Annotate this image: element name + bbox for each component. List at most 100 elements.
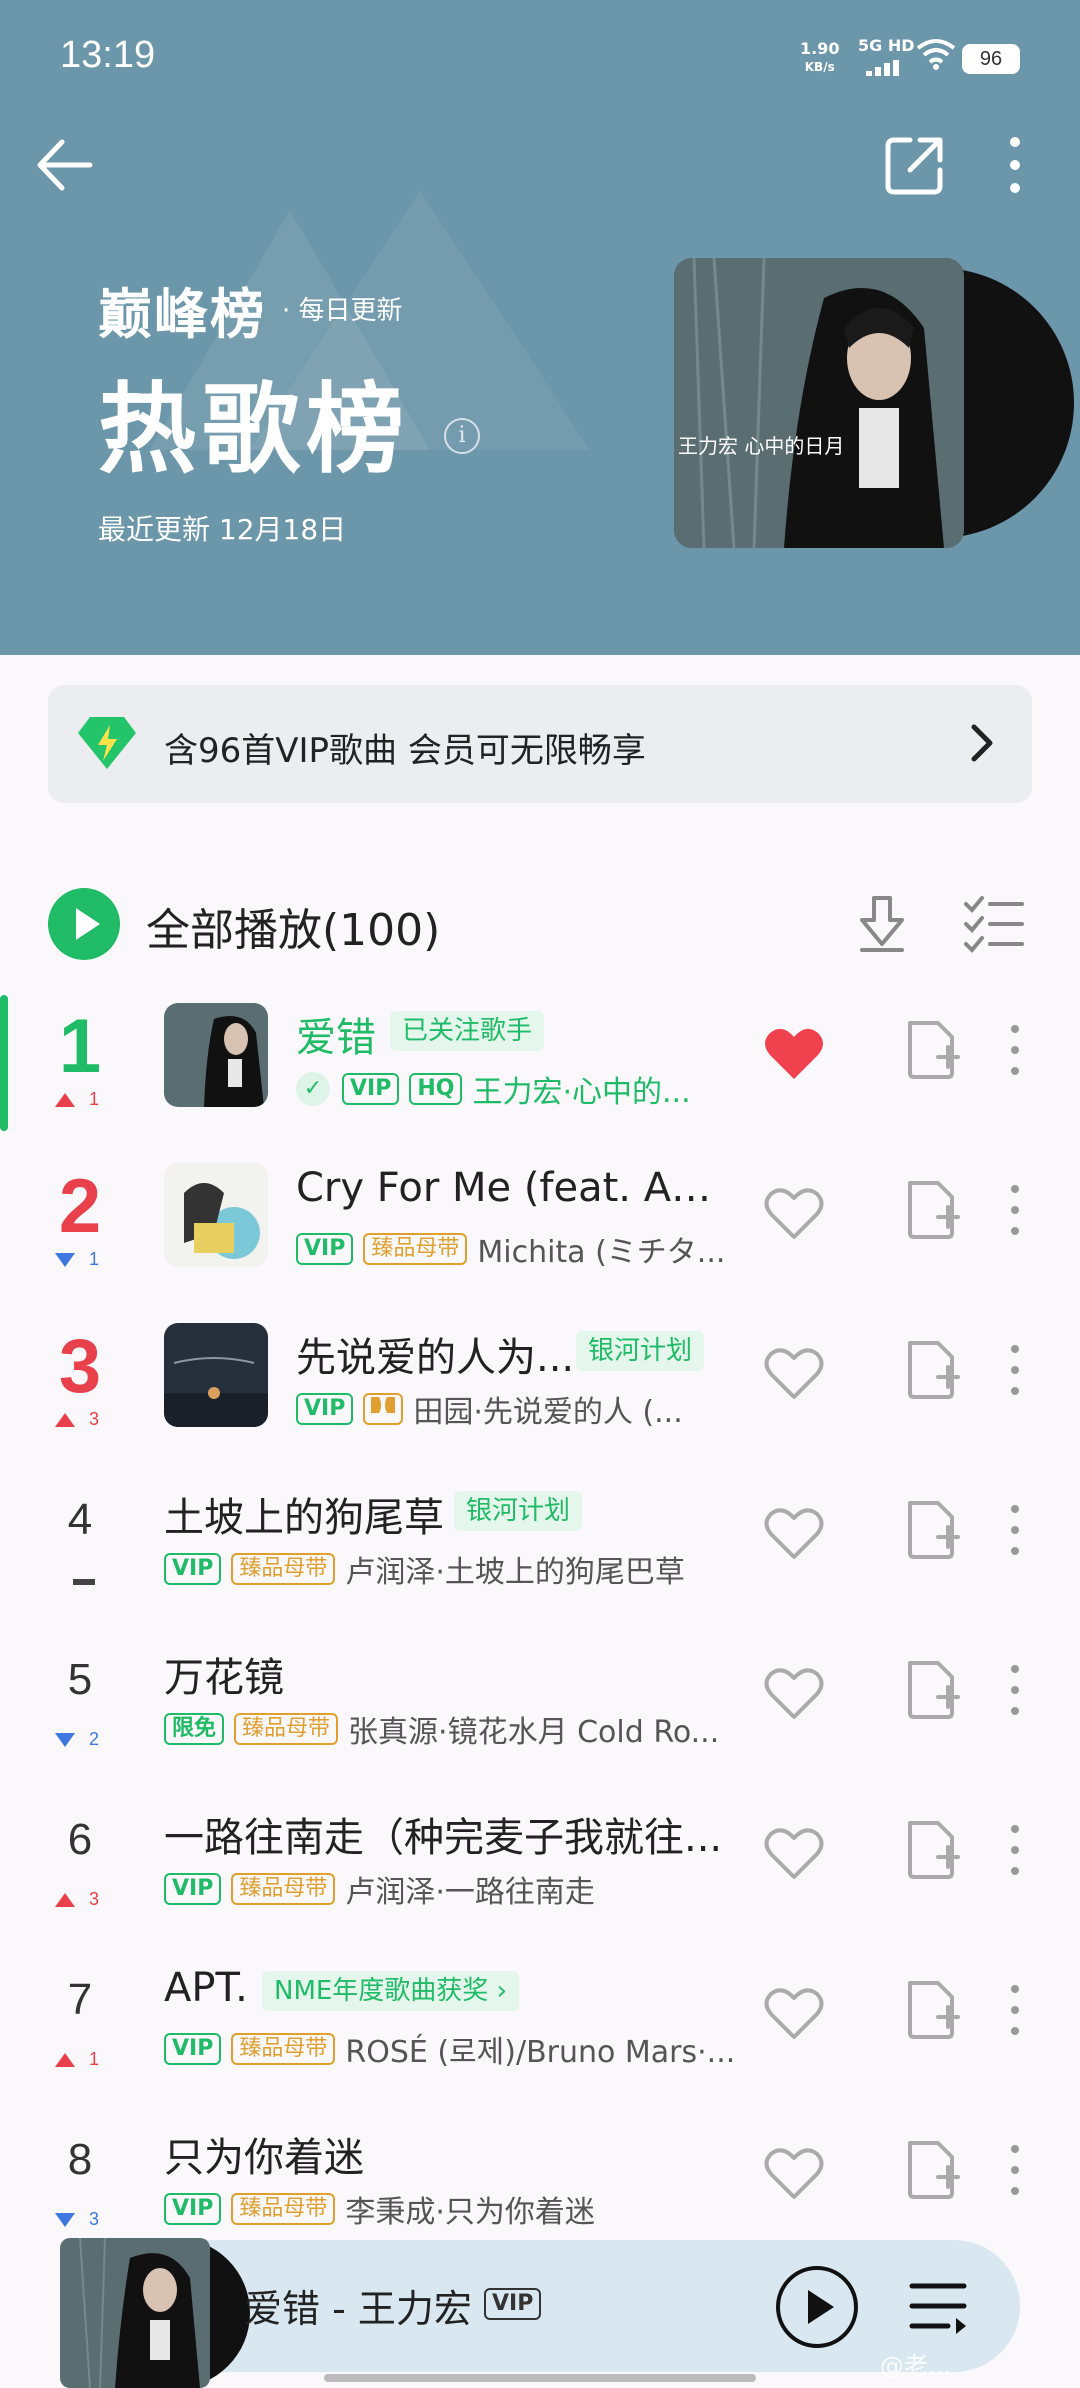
more-options-icon[interactable] — [1000, 1015, 1030, 1085]
network-type: 5G HD — [858, 36, 915, 55]
song-title: 万花镜 — [164, 1655, 284, 1701]
battery-icon: 96 — [962, 44, 1020, 74]
add-to-playlist-icon[interactable] — [900, 2137, 960, 2203]
speed-value: 1.90 — [800, 39, 840, 58]
add-to-playlist-icon[interactable] — [900, 1017, 960, 1083]
playlist-icon[interactable] — [906, 2276, 970, 2336]
more-options-icon[interactable] — [1000, 1175, 1030, 1245]
trend-up-icon — [55, 1093, 75, 1108]
multi-select-icon[interactable] — [960, 890, 1028, 958]
song-row-3[interactable]: 3 3 先说爱的人为... 银河计划 VIP 田园·先说爱的人 (... — [0, 1315, 1080, 1475]
song-row-4[interactable]: 4 土坡上的狗尾草 银河计划 VIP 臻品母带 卢润泽·土坡上的狗尾巴草 — [0, 1475, 1080, 1635]
song-row-5[interactable]: 5 2 万花镜 限免 臻品母带 张真源·镜花水月 Cold Ro... — [0, 1635, 1080, 1795]
more-options-icon[interactable] — [1000, 1975, 1030, 2045]
trend-down-icon — [55, 1253, 75, 1268]
song-meta: VIP 臻品母带 卢润泽·土坡上的狗尾巴草 — [164, 1547, 685, 1590]
watermark: @老... — [880, 2352, 951, 2380]
content-panel: 含96首VIP歌曲 会员可无限畅享 全部播放(100) 1 1 爱错 已关注歌手… — [0, 655, 1080, 2388]
rank-trend: 3 — [55, 1409, 125, 1430]
vip-chip: VIP — [296, 1233, 354, 1265]
add-to-playlist-icon[interactable] — [900, 1177, 960, 1243]
vip-chip: VIP — [164, 1553, 222, 1585]
trend-change: 1 — [89, 1089, 100, 1109]
song-title: 爱错 — [296, 1015, 376, 1061]
heart-outline-icon[interactable] — [762, 1503, 826, 1563]
heart-outline-icon[interactable] — [762, 1343, 826, 1403]
more-options-icon[interactable] — [1000, 1815, 1030, 1885]
trend-down-icon — [55, 1733, 75, 1748]
heart-outline-icon[interactable] — [762, 1663, 826, 1723]
artist-album: 王力宏·心中的... — [472, 1075, 691, 1110]
mini-player[interactable]: 爱错 - 王力宏 VIP — [60, 2238, 1020, 2388]
back-button[interactable] — [30, 130, 100, 200]
award-tag[interactable]: NME年度歌曲获奖 › — [262, 1971, 519, 2011]
song-meta: VIP 臻品母带 李秉成·只为你着迷 — [164, 2187, 595, 2230]
vip-banner-text: 含96首VIP歌曲 会员可无限畅享 — [164, 731, 646, 771]
heart-outline-icon[interactable] — [762, 2143, 826, 2203]
artist-album: 田园·先说爱的人 (... — [413, 1395, 683, 1430]
song-meta: ✓ VIP HQ 王力宏·心中的... — [296, 1067, 691, 1110]
more-options-icon[interactable] — [1000, 1335, 1030, 1405]
now-playing-title: 爱错 - 王力宏 — [244, 2287, 472, 2331]
add-to-playlist-icon[interactable] — [900, 1977, 960, 2043]
song-row-7[interactable]: 7 1 APT. NME年度歌曲获奖 › VIP 臻品母带 ROSÉ (로제)/Br… — [0, 1955, 1080, 2115]
more-options-icon[interactable] — [1000, 1495, 1030, 1565]
status-bar: 13:19 1.90 KB/s 5G HD 96 — [0, 0, 1080, 110]
info-icon[interactable]: i — [444, 418, 480, 454]
trend-change: 3 — [89, 1409, 100, 1429]
trend-change: 3 — [89, 1889, 100, 1909]
play-icon — [76, 908, 100, 940]
song-thumbnail — [164, 1163, 268, 1267]
vip-banner[interactable]: 含96首VIP歌曲 会员可无限畅享 — [48, 685, 1032, 803]
add-to-playlist-icon[interactable] — [900, 1497, 960, 1563]
page-title: 热歌榜 — [98, 373, 411, 487]
wifi-icon — [916, 39, 956, 70]
trend-change: 1 — [89, 2049, 100, 2069]
share-icon[interactable] — [880, 130, 950, 200]
add-to-playlist-icon[interactable] — [900, 1337, 960, 1403]
master-tape-chip: 臻品母带 — [363, 1233, 468, 1265]
play-all-label[interactable]: 全部播放(100) — [146, 894, 440, 958]
rank-trend: 3 — [55, 2209, 125, 2230]
heart-outline-icon[interactable] — [762, 1823, 826, 1883]
chart-brand: 巅峰榜 — [98, 283, 266, 346]
add-to-playlist-icon[interactable] — [900, 1657, 960, 1723]
play-icon — [808, 2290, 834, 2324]
chart-cover: 王力宏 心中的日月 — [674, 258, 1074, 548]
vip-badge: VIP — [484, 2288, 542, 2320]
song-title: Cry For Me (feat. Ami... — [296, 1165, 716, 1211]
song-title: 一路往南走（种完麦子我就往... — [164, 1815, 723, 1861]
vip-chip: VIP — [342, 1073, 400, 1105]
song-meta: VIP 臻品母带 Michita (ミチタ... — [296, 1227, 725, 1270]
now-playing-indicator — [0, 995, 8, 1131]
play-button[interactable] — [776, 2266, 858, 2348]
song-row-1[interactable]: 1 1 爱错 已关注歌手 ✓ VIP HQ 王力宏·心中的... — [0, 995, 1080, 1155]
song-row-6[interactable]: 6 3 一路往南走（种完麦子我就往... VIP 臻品母带 卢润泽·一路往南走 — [0, 1795, 1080, 1955]
heart-outline-icon[interactable] — [762, 1983, 826, 2043]
speed-unit: KB/s — [804, 60, 835, 74]
more-options-icon[interactable] — [1000, 2135, 1030, 2205]
master-tape-chip: 臻品母带 — [231, 2193, 336, 2225]
network-speed: 1.90 KB/s — [800, 40, 839, 76]
artist-album: 卢润泽·土坡上的狗尾巴草 — [345, 1555, 685, 1590]
artist-album: 张真源·镜花水月 Cold Ro... — [348, 1715, 720, 1750]
dolby-icon — [363, 1393, 404, 1425]
play-all-bar: 全部播放(100) — [48, 880, 1032, 964]
rank-number: 3 — [58, 1324, 102, 1409]
play-all-button[interactable] — [48, 888, 120, 960]
song-meta: VIP 臻品母带 ROSÉ (로제)/Bruno Mars·... — [164, 2027, 735, 2070]
heart-filled-icon[interactable] — [762, 1023, 826, 1083]
more-options-icon[interactable] — [1000, 1655, 1030, 1725]
heart-outline-icon[interactable] — [762, 1183, 826, 1243]
vip-chip: VIP — [164, 1873, 222, 1905]
rank-number: 2 — [58, 1164, 102, 1249]
song-row-2[interactable]: 2 1 Cry For Me (feat. Ami... VIP 臻品母带 Mich… — [0, 1155, 1080, 1315]
add-to-playlist-icon[interactable] — [900, 1817, 960, 1883]
download-icon[interactable] — [848, 890, 916, 958]
chart-header: 13:19 1.90 KB/s 5G HD 96 巅峰榜 · 每日更新 热歌榜 … — [0, 0, 1080, 655]
home-indicator[interactable] — [324, 2374, 756, 2382]
more-options-icon[interactable] — [990, 130, 1040, 200]
artist-album: ROSÉ (로제)/Bruno Mars·... — [345, 2035, 736, 2070]
song-thumbnail — [164, 1323, 268, 1427]
vip-chip: VIP — [164, 2193, 222, 2225]
